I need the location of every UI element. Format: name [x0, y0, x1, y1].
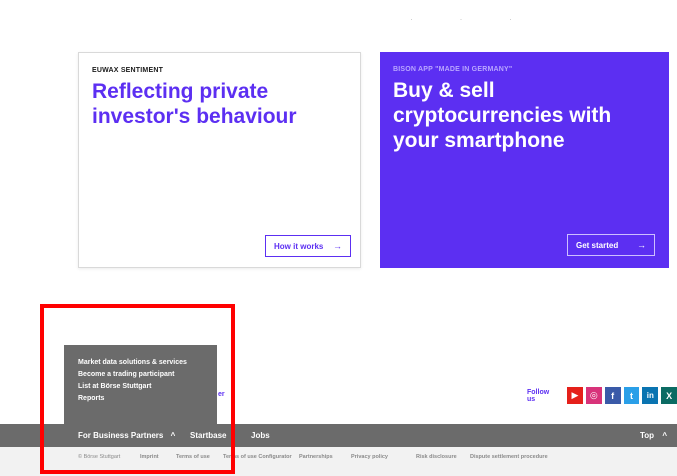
- bison-app-card[interactable]: BISON APP "MADE IN GERMANY" Buy & sell c…: [380, 52, 669, 268]
- linkedin-icon[interactable]: in: [642, 387, 659, 404]
- arrow-right-icon: →: [637, 240, 646, 250]
- button-label: Get started: [576, 240, 619, 250]
- dispute-settlement-link[interactable]: Dispute settlement procedure: [470, 454, 548, 460]
- card-eyebrow: BISON APP "MADE IN GERMANY": [393, 66, 513, 73]
- back-to-top-button[interactable]: Top ^: [640, 431, 667, 440]
- card-eyebrow: EUWAX SENTIMENT: [92, 67, 164, 74]
- jobs-link[interactable]: Jobs: [251, 431, 270, 440]
- highlight-box: [40, 304, 235, 474]
- arrow-right-icon: →: [333, 241, 342, 251]
- youtube-icon[interactable]: ▶: [567, 387, 583, 404]
- facebook-icon[interactable]: f: [604, 387, 621, 404]
- button-label: How it works: [274, 241, 324, 251]
- privacy-policy-link[interactable]: Privacy policy: [351, 454, 388, 460]
- follow-us-label: Follow us: [527, 388, 550, 403]
- card-headline: Buy & sell cryptocurrencies with your sm…: [393, 79, 612, 152]
- decorative-dots: · · ·: [410, 14, 534, 24]
- how-it-works-button[interactable]: How it works →: [265, 235, 351, 257]
- top-label: Top: [640, 431, 655, 440]
- risk-disclosure-link[interactable]: Risk disclosure: [416, 454, 457, 460]
- partnerships-link[interactable]: Partnerships: [299, 454, 333, 460]
- euwax-sentiment-card[interactable]: EUWAX SENTIMENT Reflecting private inves…: [78, 52, 361, 268]
- card-headline: Reflecting private investor's behaviour: [92, 80, 297, 128]
- instagram-icon[interactable]: ◎: [585, 387, 602, 404]
- social-links: Follow us ▶ ◎ f t in X: [527, 387, 677, 404]
- xing-icon[interactable]: X: [661, 387, 677, 404]
- twitter-icon[interactable]: t: [623, 387, 640, 404]
- get-started-button[interactable]: Get started →: [567, 234, 655, 256]
- chevron-up-icon: ^: [662, 431, 667, 440]
